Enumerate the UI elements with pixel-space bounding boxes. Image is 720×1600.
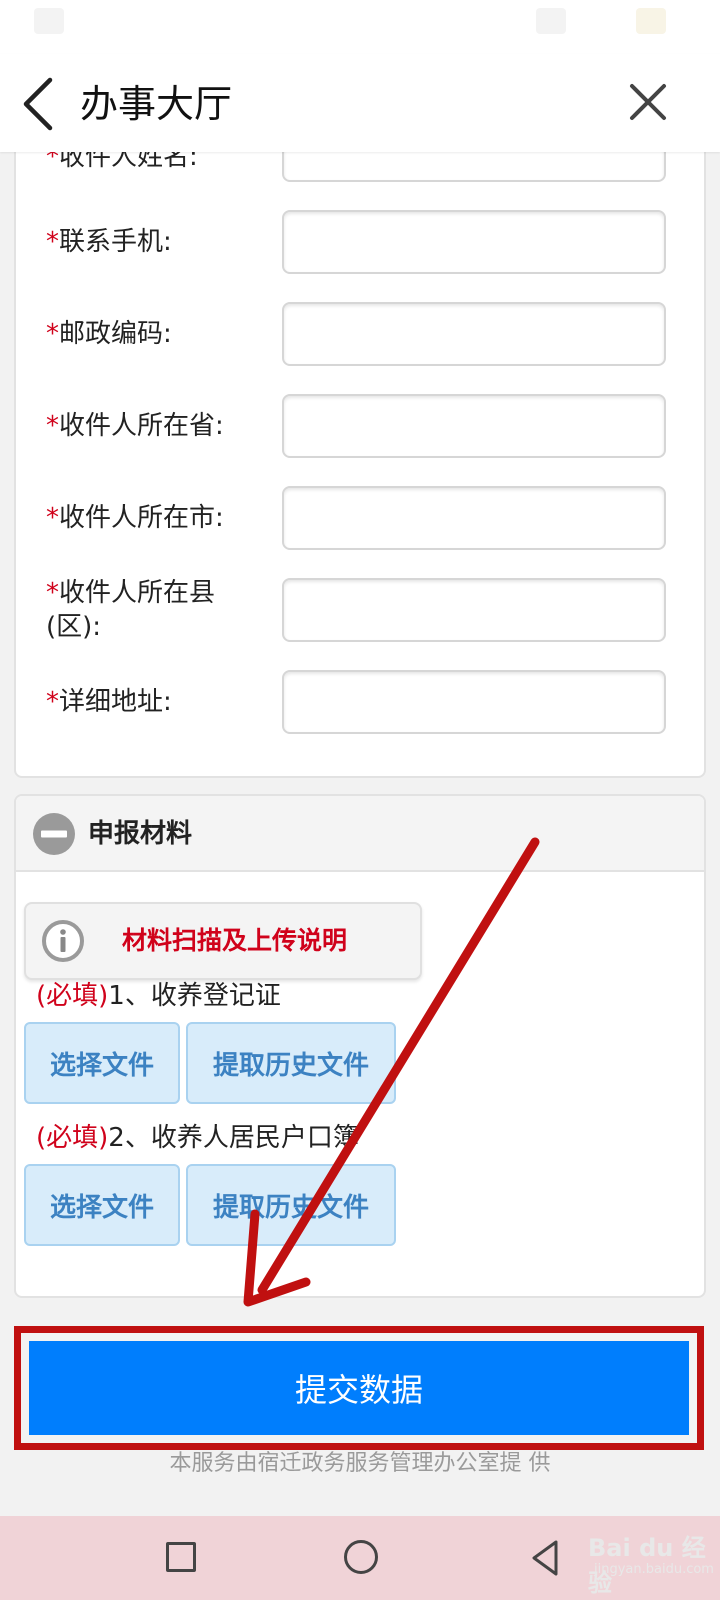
page-title: 办事大厅 <box>80 82 233 126</box>
fetch-history-file-button[interactable]: 提取历史文件 <box>186 1022 396 1104</box>
recent-apps-icon[interactable] <box>166 1542 196 1572</box>
select-file-button[interactable]: 选择文件 <box>24 1022 180 1104</box>
city-input[interactable] <box>282 486 666 550</box>
county-input[interactable] <box>282 578 666 642</box>
field-label: *收件人所在市: <box>46 503 224 533</box>
materials-section: 申报材料 材料扫描及上传说明 (必填)1、收养登记证 选择文件 提取历史文件 (… <box>14 794 706 1298</box>
nav-back-icon[interactable] <box>530 1538 560 1578</box>
system-nav-bar: Bai du 经验 jingyan.baidu.com <box>0 1516 720 1600</box>
province-input[interactable] <box>282 394 666 458</box>
form-row-province: *收件人所在省: <box>16 394 704 458</box>
field-label: *详细地址: <box>46 687 172 717</box>
status-icon <box>536 8 566 34</box>
app-header: 办事大厅 <box>0 54 720 152</box>
form-row-city: *收件人所在市: <box>16 486 704 550</box>
home-icon[interactable] <box>344 1540 378 1574</box>
status-icon <box>34 8 64 34</box>
status-bar <box>0 0 720 54</box>
watermark: Bai du 经验 jingyan.baidu.com <box>588 1522 714 1597</box>
form-row-phone: *联系手机: <box>16 210 704 274</box>
close-icon[interactable] <box>622 76 674 128</box>
status-icon <box>636 8 666 34</box>
field-label: *收件人所在县 (区): <box>46 578 216 642</box>
footer-note: 本服务由宿迁政务服务管理办公室提 供 <box>169 1451 551 1476</box>
material-item-label: (必填)1、收养登记证 <box>36 981 281 1011</box>
fetch-history-file-button[interactable]: 提取历史文件 <box>186 1164 396 1246</box>
field-label: *邮政编码: <box>46 319 172 349</box>
form-row-county: *收件人所在县 (区): <box>16 578 704 642</box>
field-label: *收件人所在省: <box>46 411 224 441</box>
materials-title: 申报材料 <box>88 819 193 849</box>
phone-input[interactable] <box>282 210 666 274</box>
form-row-address: *详细地址: <box>16 670 704 734</box>
postcode-input[interactable] <box>282 302 666 366</box>
field-label: *联系手机: <box>46 227 172 257</box>
form-row-postcode: *邮政编码: <box>16 302 704 366</box>
select-file-button[interactable]: 选择文件 <box>24 1164 180 1246</box>
material-item-label: (必填)2、收养人居民户口簿 <box>36 1123 359 1153</box>
upload-instructions-label: 材料扫描及上传说明 <box>122 926 348 955</box>
materials-header[interactable]: 申报材料 <box>16 796 704 872</box>
info-icon <box>42 920 84 962</box>
watermark-url: jingyan.baidu.com <box>594 1562 714 1577</box>
address-input[interactable] <box>282 670 666 734</box>
upload-instructions[interactable]: 材料扫描及上传说明 <box>24 902 422 980</box>
back-icon[interactable] <box>16 74 60 134</box>
minus-circle-icon[interactable] <box>32 812 76 856</box>
submit-button[interactable]: 提交数据 <box>29 1341 689 1435</box>
recipient-form: *收件人姓名: *联系手机: *邮政编码: *收件人所在省: *收件人所在市: … <box>14 120 706 778</box>
submit-highlight-box: 提交数据 <box>14 1326 704 1450</box>
